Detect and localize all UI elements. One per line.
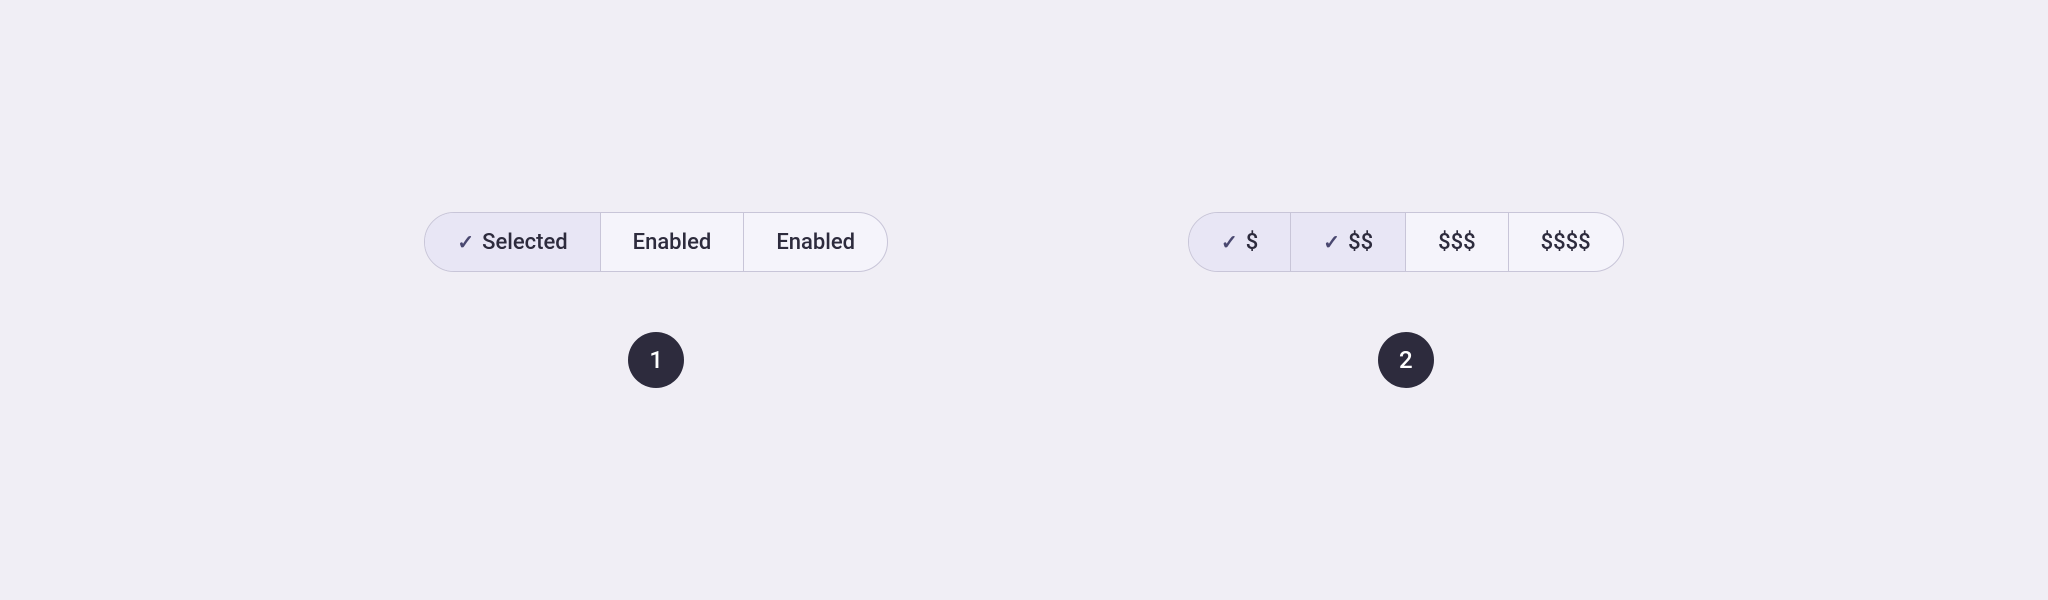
segment-dollar-2[interactable]: ✓ $$ (1291, 213, 1406, 271)
check-icon: ✓ (1221, 230, 1238, 254)
segment-label: Enabled (776, 230, 855, 255)
segment-group-1: ✓ Selected Enabled Enabled (424, 212, 888, 272)
check-icon: ✓ (1323, 230, 1340, 254)
segment-dollar-3[interactable]: $$$ (1406, 213, 1509, 271)
segment-selected[interactable]: ✓ Selected (425, 213, 600, 271)
check-icon: ✓ (457, 230, 474, 254)
segment-label: $ (1246, 230, 1259, 255)
segment-label: Enabled (633, 230, 712, 255)
segment-dollar-4[interactable]: $$$$ (1509, 213, 1623, 271)
segment-label: $$$ (1438, 230, 1476, 255)
demo-block-1: ✓ Selected Enabled Enabled 1 (424, 212, 888, 388)
segment-group-2: ✓ $ ✓ $$ $$$ $$$$ (1188, 212, 1624, 272)
demo-badge-1: 1 (628, 332, 684, 388)
segment-label: $$$$ (1541, 230, 1591, 255)
segment-dollar-1[interactable]: ✓ $ (1189, 213, 1291, 271)
demo-badge-2: 2 (1378, 332, 1434, 388)
segment-label: Selected (482, 230, 568, 255)
segment-enabled-1[interactable]: Enabled (601, 213, 745, 271)
demo-block-2: ✓ $ ✓ $$ $$$ $$$$ 2 (1188, 212, 1624, 388)
segment-label: $$ (1348, 230, 1373, 255)
segment-enabled-2[interactable]: Enabled (744, 213, 887, 271)
